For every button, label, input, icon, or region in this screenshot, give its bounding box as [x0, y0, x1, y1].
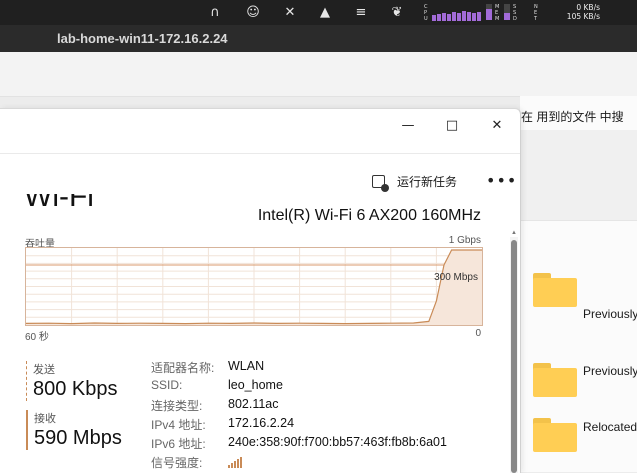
cpu-label: CPU — [424, 4, 428, 22]
receive-value: 590 Mbps — [34, 427, 122, 449]
adapter-name: Intel(R) Wi-Fi 6 AX200 160MHz — [257, 207, 481, 224]
close-button[interactable]: ✕ — [474, 113, 520, 139]
cpu-bar — [447, 14, 451, 21]
cpu-bar — [432, 15, 436, 21]
scrollbar-thumb[interactable] — [511, 240, 517, 473]
face-icon[interactable]: ☺ — [244, 4, 262, 21]
send-label: 发送 — [33, 364, 55, 376]
cpu-bar — [467, 12, 471, 21]
bird-icon[interactable]: ❦ — [388, 4, 406, 21]
cpu-bar — [477, 12, 481, 21]
property-key: 连接类型: — [151, 399, 203, 413]
folder-icon[interactable] — [533, 418, 577, 452]
throughput-graph: 300 Mbps — [25, 247, 483, 326]
property-key: IPv4 地址: — [151, 418, 206, 432]
divider — [0, 153, 520, 154]
cpu-bar — [462, 11, 466, 21]
property-value: 802.11ac — [228, 397, 279, 411]
network-speed[interactable]: 0 KB/s 105 KB/s — [567, 3, 600, 21]
menubar: ∩ ☺ ✕ ▲ ≡ ❦ CPU MEM SSD NET 0 KB/s 105 K… — [0, 0, 637, 25]
receive-label: 接收 — [34, 413, 56, 425]
page-title: Wi-Fi — [24, 194, 94, 213]
property-key: IPv6 地址: — [151, 437, 206, 451]
menu-icon[interactable]: ≡ — [352, 4, 370, 21]
property-value: 172.16.2.24 — [228, 416, 295, 430]
net-download: 105 KB/s — [566, 12, 600, 21]
cpu-bar — [452, 12, 456, 21]
property-key: SSID: — [151, 378, 183, 392]
folder-icon[interactable] — [533, 363, 577, 397]
remote-session-title: lab-home-win11-172.16.2.24 — [57, 31, 228, 46]
cpu-bar — [457, 13, 461, 21]
search-hint[interactable]: 在 用到的文件 中搜 — [521, 108, 624, 125]
time-end-label: 0 — [475, 328, 481, 339]
cpu-bar — [442, 13, 446, 21]
max-throughput-label: 1 Gbps — [448, 235, 481, 246]
folder-name[interactable]: Previously — [583, 364, 637, 378]
new-task-icon — [372, 174, 389, 192]
cpu-usage-graph[interactable] — [432, 3, 482, 21]
property-key: 适配器名称: — [151, 361, 215, 375]
explorer-toolbar — [0, 52, 637, 97]
property-value: 240e:358:90f:f700:bb57:463f:fb8b:6a01 — [228, 435, 447, 449]
signal-strength-icon — [228, 456, 244, 468]
send-value: 800 Kbps — [33, 378, 118, 400]
cpu-bar — [437, 14, 441, 21]
task-manager-window: — □ ✕ 运行新任务 ••• ▲ Wi-Fi Intel(R) Wi-Fi 6… — [0, 108, 521, 473]
wifi-performance-panel: Wi-Fi Intel(R) Wi-Fi 6 AX200 160MHz 吞吐量 … — [0, 194, 508, 473]
minimize-button[interactable]: — — [385, 113, 431, 139]
explorer-header-strip — [520, 130, 637, 221]
send-stat: 发送 800 Kbps — [26, 361, 118, 401]
ssd-label: SSD — [513, 4, 517, 22]
more-options-button[interactable]: ••• — [486, 171, 517, 190]
maximize-button[interactable]: □ — [429, 113, 475, 139]
headphones-icon[interactable]: ∩ — [206, 4, 224, 21]
remote-desktop-titlebar[interactable]: lab-home-win11-172.16.2.24 — [0, 25, 637, 52]
net-label: NET — [534, 4, 538, 22]
time-start-label: 60 秒 — [25, 332, 49, 343]
folder-icon[interactable] — [533, 273, 577, 307]
folder-name[interactable]: Previously — [583, 307, 637, 321]
net-upload: 0 KB/s — [576, 3, 600, 12]
property-value: leo_home — [228, 378, 283, 392]
tools-icon[interactable]: ✕ — [281, 4, 299, 21]
run-new-task-button[interactable]: 运行新任务 — [372, 171, 458, 192]
cpu-bar — [472, 13, 476, 21]
mountain-icon[interactable]: ▲ — [316, 4, 334, 21]
mem-label: MEM — [495, 4, 500, 22]
folder-name[interactable]: Relocated — [583, 420, 637, 434]
receive-stat: 接收 590 Mbps — [26, 410, 122, 450]
ssd-meter — [504, 4, 510, 20]
run-new-task-label: 运行新任务 — [397, 174, 458, 189]
scroll-up-icon[interactable]: ▲ — [510, 230, 518, 237]
threshold-label: 300 Mbps — [434, 272, 478, 283]
mem-meter — [486, 4, 492, 20]
property-value: WLAN — [228, 359, 265, 373]
property-key: 信号强度: — [151, 456, 203, 470]
